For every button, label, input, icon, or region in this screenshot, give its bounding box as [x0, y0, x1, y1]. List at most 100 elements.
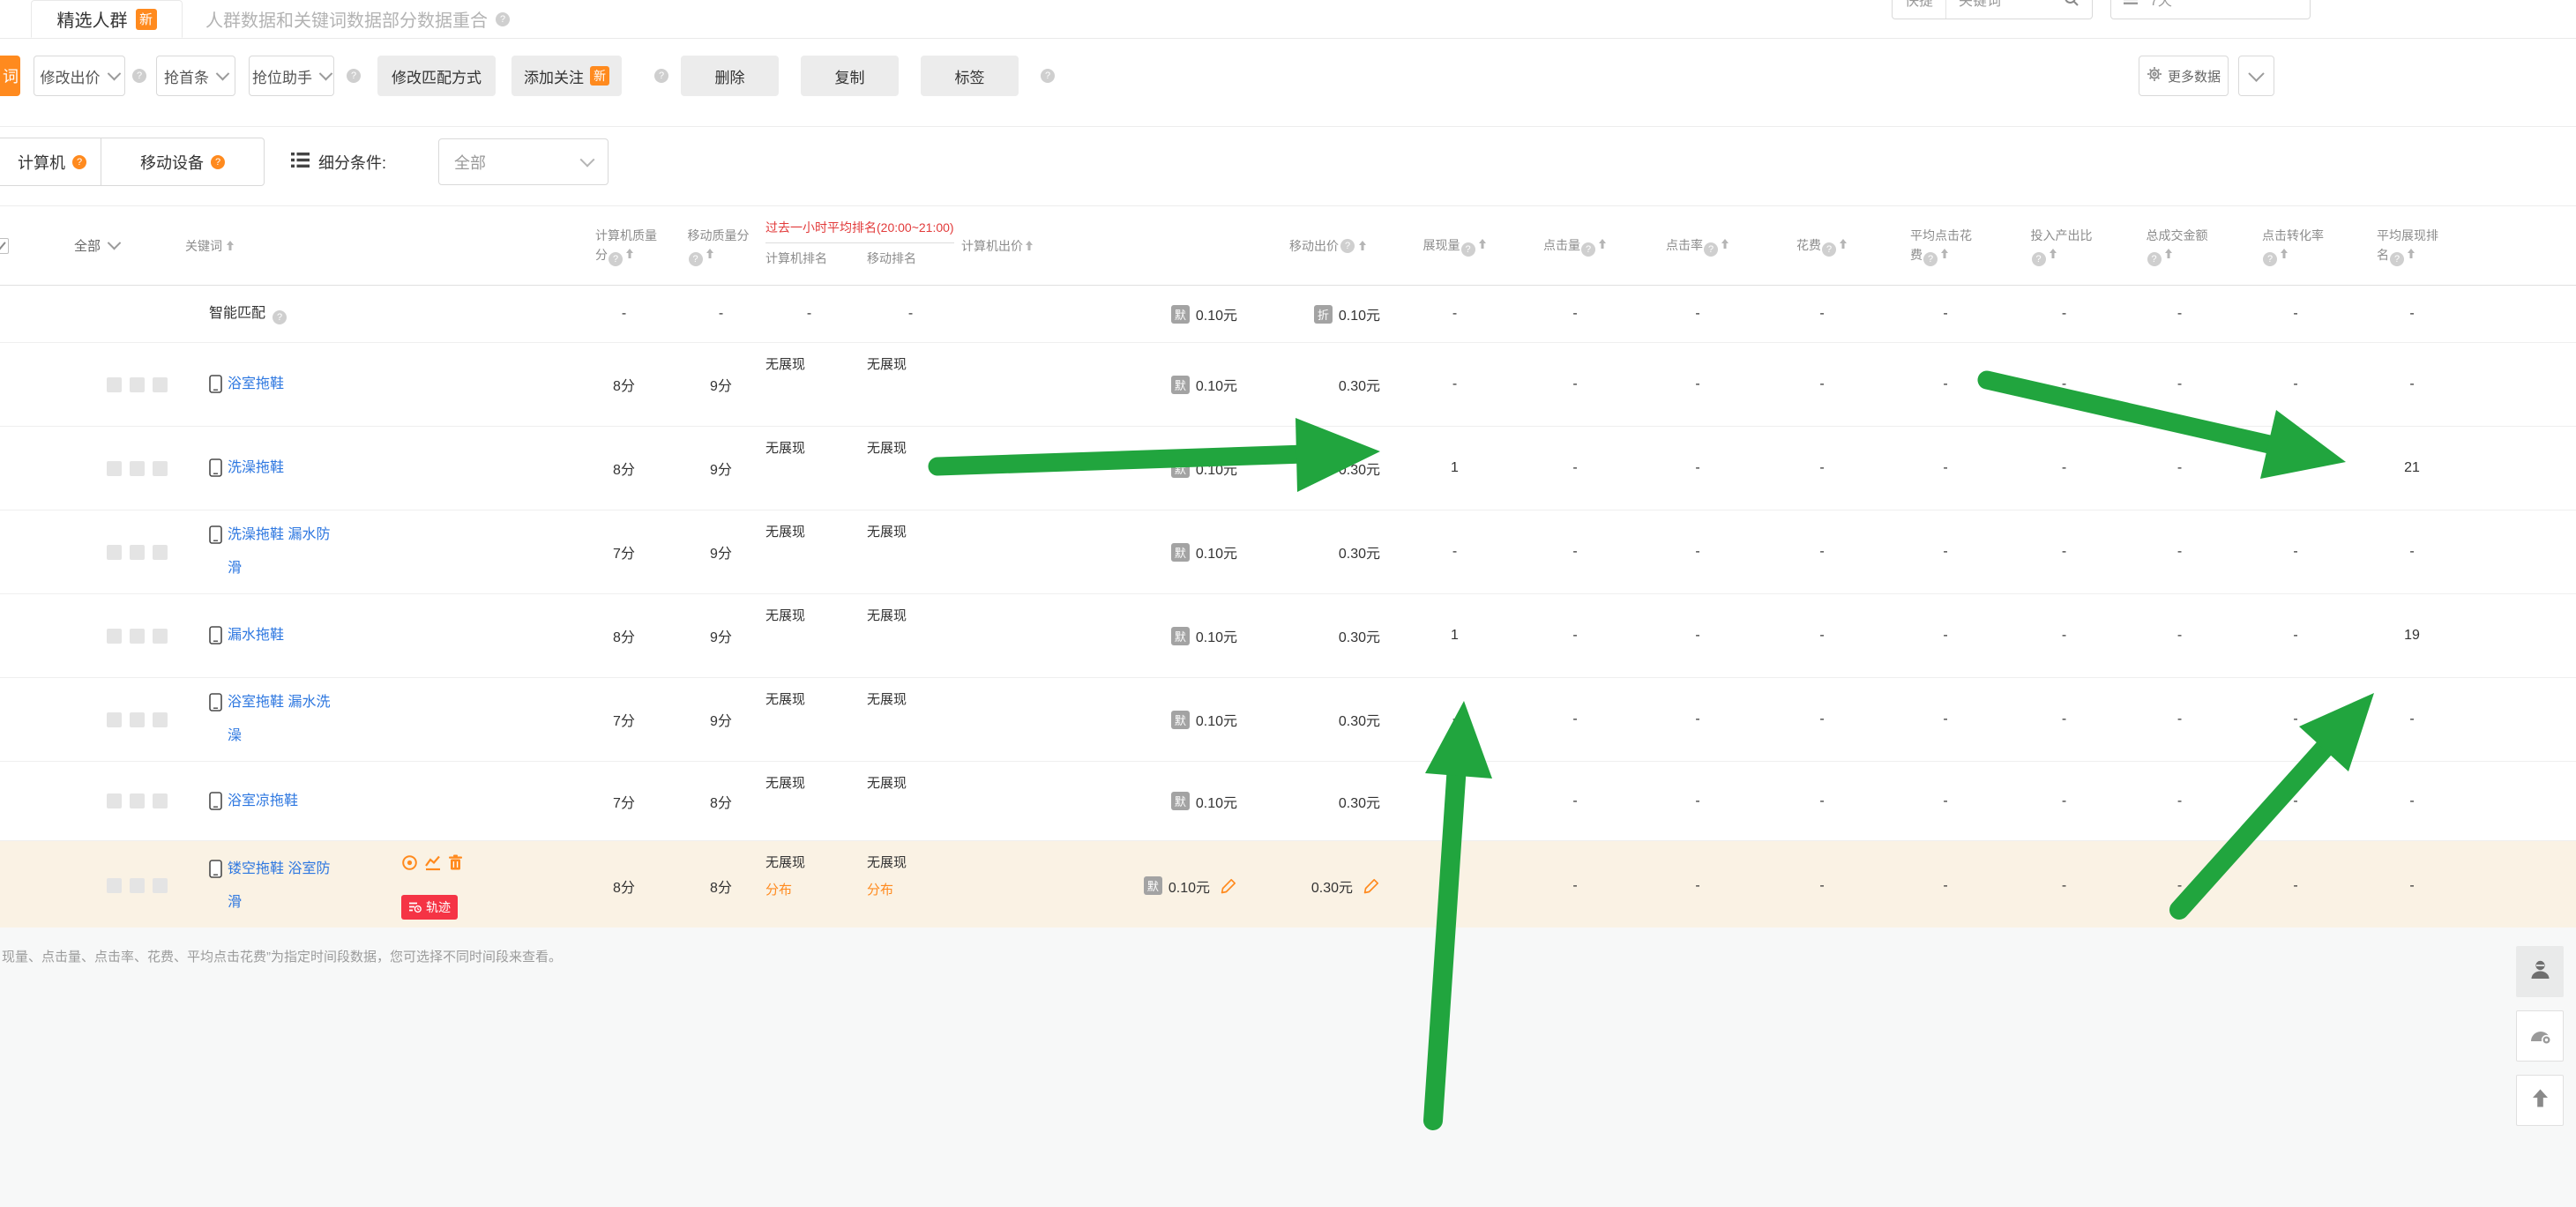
row-action-placeholder[interactable] [107, 629, 122, 644]
help-icon[interactable] [1822, 242, 1836, 257]
help-icon[interactable] [654, 69, 668, 83]
help-icon[interactable] [609, 252, 623, 266]
header-impressions[interactable]: 展现量 [1395, 235, 1514, 257]
modify-bid-button[interactable]: 修改出价 [34, 56, 125, 96]
trash-icon[interactable] [448, 854, 463, 871]
sort-icon[interactable] [1025, 240, 1034, 251]
rank-distribution-link[interactable]: 分布 [765, 880, 792, 898]
tag-button[interactable]: 标签 [921, 56, 1019, 96]
row-action-placeholder[interactable] [130, 545, 145, 560]
row-action-placeholder[interactable] [107, 878, 122, 893]
help-icon[interactable] [1923, 252, 1938, 266]
help-icon[interactable] [273, 310, 287, 324]
help-icon[interactable] [1340, 239, 1355, 253]
date-range-select[interactable]: 7天 [2110, 0, 2311, 19]
collapse-toolbar-button[interactable] [2238, 56, 2274, 96]
device-tab-pc[interactable]: 计算机 [0, 138, 101, 186]
grab-first-button[interactable]: 抢首条 [156, 56, 235, 96]
grab-assistant-button[interactable]: 抢位助手 [249, 56, 334, 96]
filter-type-select[interactable]: 快捷 [1893, 0, 1946, 19]
sort-icon[interactable] [625, 248, 634, 259]
row-action-placeholder[interactable] [107, 377, 122, 392]
keyword-link[interactable]: 浴室凉拖鞋 [228, 785, 298, 818]
sort-icon[interactable] [226, 240, 235, 251]
more-data-button[interactable]: 更多数据 [2139, 56, 2229, 96]
header-cost[interactable]: 花费 [1759, 235, 1885, 257]
help-icon[interactable] [72, 155, 86, 169]
mascot-assistant-button[interactable] [2516, 1010, 2564, 1062]
row-action-placeholder[interactable] [153, 629, 168, 644]
help-icon[interactable] [2263, 252, 2277, 266]
row-action-placeholder[interactable] [130, 793, 145, 808]
header-cvr[interactable]: 点击转化率 [2237, 226, 2354, 266]
sort-icon[interactable] [1598, 238, 1607, 250]
header-avg-cpc[interactable]: 平均点击花费 [1885, 226, 2006, 266]
row-action-placeholder[interactable] [153, 878, 168, 893]
header-mobile-quality[interactable]: 移动质量分 [683, 226, 758, 266]
header-roi[interactable]: 投入产出比 [2006, 226, 2122, 266]
select-all-checkbox[interactable] [0, 238, 9, 254]
sort-icon[interactable] [1839, 238, 1848, 250]
help-icon[interactable] [347, 69, 361, 83]
header-gmv[interactable]: 总成交金额 [2122, 226, 2237, 266]
sort-icon[interactable] [706, 248, 714, 259]
add-watch-button[interactable]: 添加关注 新 [511, 56, 622, 96]
keyword-link[interactable]: 洗澡拖鞋 [228, 451, 284, 485]
rank-distribution-link[interactable]: 分布 [867, 880, 893, 898]
chevron-down-icon[interactable] [108, 236, 122, 250]
device-tab-mobile[interactable]: 移动设备 [101, 138, 265, 186]
keyword-link[interactable]: 漏水拖鞋 [228, 619, 284, 652]
row-action-placeholder[interactable] [130, 712, 145, 727]
keyword-link[interactable]: 镂空拖鞋 浴室防滑 [228, 853, 332, 920]
keyword-link[interactable]: 洗澡拖鞋 漏水防滑 [228, 518, 332, 585]
tab-selected-audience[interactable]: 精选人群 新 [31, 0, 183, 38]
edit-bid-icon[interactable] [1221, 877, 1237, 894]
help-icon[interactable] [1461, 242, 1475, 257]
customer-service-button[interactable] [2516, 946, 2564, 997]
back-to-top-button[interactable] [2516, 1075, 2564, 1126]
row-action-placeholder[interactable] [130, 629, 145, 644]
row-action-placeholder[interactable] [130, 878, 145, 893]
sort-icon[interactable] [1478, 238, 1487, 250]
refine-condition-select[interactable]: 全部 [438, 138, 609, 185]
row-action-placeholder[interactable] [107, 545, 122, 560]
help-icon[interactable] [132, 69, 146, 83]
sort-icon[interactable] [2164, 248, 2173, 259]
header-pc-bid[interactable]: 计算机出价 [961, 237, 1261, 255]
sort-icon[interactable] [1721, 238, 1729, 250]
copy-button[interactable]: 复制 [801, 56, 899, 96]
header-avg-impression-rank[interactable]: 平均展现排名 [2354, 226, 2470, 266]
row-action-placeholder[interactable] [153, 712, 168, 727]
header-pc-quality[interactable]: 计算机质量分 [494, 226, 683, 266]
row-action-placeholder[interactable] [130, 377, 145, 392]
search-icon[interactable] [2051, 0, 2092, 19]
keyword-link[interactable]: 浴室拖鞋 漏水洗澡 [228, 686, 332, 753]
header-mobile-bid[interactable]: 移动出价 [1261, 237, 1395, 255]
help-icon[interactable] [1041, 69, 1055, 83]
row-action-placeholder[interactable] [153, 461, 168, 476]
sort-icon[interactable] [1358, 240, 1367, 251]
edit-bid-icon[interactable] [1363, 877, 1380, 894]
help-icon[interactable] [1704, 242, 1718, 257]
row-action-placeholder[interactable] [107, 461, 122, 476]
keyword-search-input[interactable]: 关键词 [1946, 0, 2013, 19]
match-type-button[interactable]: 修改匹配方式 [377, 56, 496, 96]
row-action-placeholder[interactable] [153, 793, 168, 808]
track-badge[interactable]: 轨迹 [401, 895, 458, 920]
row-action-placeholder[interactable] [153, 545, 168, 560]
header-clicks[interactable]: 点击量 [1514, 235, 1636, 257]
header-ctr[interactable]: 点击率 [1636, 235, 1759, 257]
keyword-side-tag[interactable]: 词 [0, 56, 20, 96]
sort-icon[interactable] [2280, 248, 2289, 259]
sort-icon[interactable] [1940, 248, 1949, 259]
sort-icon[interactable] [2407, 248, 2415, 259]
row-action-placeholder[interactable] [107, 712, 122, 727]
sort-icon[interactable] [2049, 248, 2057, 259]
help-icon[interactable] [689, 252, 703, 266]
select-all-label[interactable]: 全部 [74, 236, 101, 255]
row-action-placeholder[interactable] [153, 377, 168, 392]
help-icon[interactable] [496, 12, 510, 26]
header-keyword[interactable]: 关键词 [176, 237, 494, 255]
target-icon[interactable] [401, 854, 418, 871]
help-icon[interactable] [1581, 242, 1595, 257]
